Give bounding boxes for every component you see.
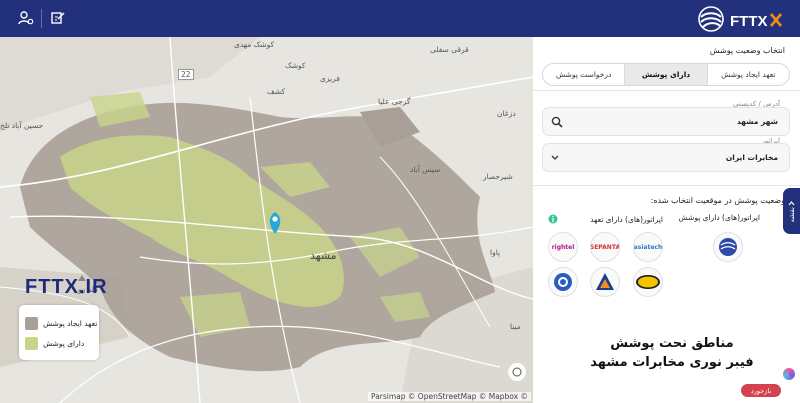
city-label: مشهد — [310, 249, 337, 262]
feedback-button[interactable]: بازخورد — [741, 384, 781, 397]
tab-commitment[interactable]: تعهد ایجاد پوشش — [706, 64, 789, 85]
legend-row: دارای پوشش — [25, 333, 93, 353]
legend-row: تعهد ایجاد پوشش — [25, 313, 97, 333]
map-legend: تعهد ایجاد پوشش دارای پوشش — [19, 305, 99, 360]
map-label: گرجی علیا — [378, 97, 411, 106]
legend-swatch-covered — [25, 336, 38, 350]
covered-operators-title: اپراتور(های) دارای پوشش — [678, 213, 760, 222]
info-icon[interactable] — [548, 214, 558, 224]
chat-bubble-icon[interactable] — [783, 368, 795, 380]
status-title: وضعیت پوشش در موقعیت انتخاب شده: — [650, 196, 785, 205]
legend-label: تعهد ایجاد پوشش — [43, 318, 98, 328]
operator-value: مخابرات ایران — [725, 153, 778, 162]
divider — [533, 185, 800, 186]
divider — [533, 90, 800, 91]
locate-button[interactable] — [508, 363, 526, 381]
caption-line: مناطق نحت پوشش — [610, 336, 734, 351]
operator-pishgaman-logo[interactable] — [548, 267, 578, 297]
user-settings-icon[interactable] — [17, 9, 35, 27]
address-input[interactable]: شهر مشهد — [542, 107, 790, 136]
tab-request[interactable]: درخواست پوشش — [543, 64, 624, 85]
map-label: پاوا — [490, 248, 501, 257]
map-attribution[interactable]: Parsimap © OpenStreetMap © Mapbox © — [368, 392, 531, 401]
operator-rightel-logo[interactable]: rightel — [548, 232, 578, 262]
brand-text: FTTX — [730, 13, 768, 30]
page-caption: مناطق نحت پوشش فیبر نوری مخابرات مشهد — [582, 334, 762, 372]
map-label: سیس آباد — [410, 165, 441, 174]
map-label: حسین آباد تلخ — [0, 121, 44, 130]
address-value: شهر مشهد — [736, 117, 778, 126]
map-label: کشف — [267, 87, 286, 96]
caption-line: فیبر نوری مخابرات مشهد — [590, 355, 754, 370]
operator-sepanta-logo[interactable]: SEPANTA — [590, 232, 620, 262]
operator-mokhaberat-logo[interactable] — [713, 232, 743, 262]
operator-irancell-logo[interactable] — [633, 267, 663, 297]
map-label: فریزی — [320, 74, 340, 83]
operator-select[interactable]: مخابرات ایران — [542, 143, 790, 172]
legend-swatch-committed — [25, 316, 38, 330]
edit-note-icon[interactable] — [49, 9, 67, 27]
side-tab-label: نقشه — [787, 206, 796, 223]
search-icon[interactable] — [551, 116, 563, 128]
coverage-type-tabs[interactable]: تعهد ایجاد پوشش دارای پوشش درخواست پوشش — [542, 63, 790, 86]
header-divider — [41, 9, 42, 28]
legend-label: دارای پوشش — [43, 338, 85, 348]
fttx-logo[interactable]: FTTX — [694, 4, 784, 34]
map-label: قرقی سفلی — [430, 45, 469, 54]
site-watermark: FTTX.IR — [25, 276, 108, 298]
map-label: کوشک مهدی — [234, 40, 275, 49]
operator-shatel-logo[interactable] — [590, 267, 620, 297]
top-header: FTTX — [0, 0, 800, 37]
operator-asiatech-logo[interactable]: asiatech — [633, 232, 663, 262]
map-label: شیرحصار — [483, 172, 513, 181]
tab-covered[interactable]: دارای پوشش — [624, 64, 707, 85]
map-label: مینا — [510, 322, 521, 331]
map-side-tab[interactable]: نقشه — [783, 188, 800, 234]
chevron-down-icon[interactable] — [551, 155, 559, 161]
panel-title: انتخاب وضعیت پوشش — [709, 46, 785, 55]
map-label: دزغان — [497, 109, 516, 118]
committed-operators-title: اپراتور(های) دارای تعهد — [590, 215, 663, 224]
map-label: کوشک — [285, 61, 306, 70]
road-label: 22 — [178, 69, 194, 80]
